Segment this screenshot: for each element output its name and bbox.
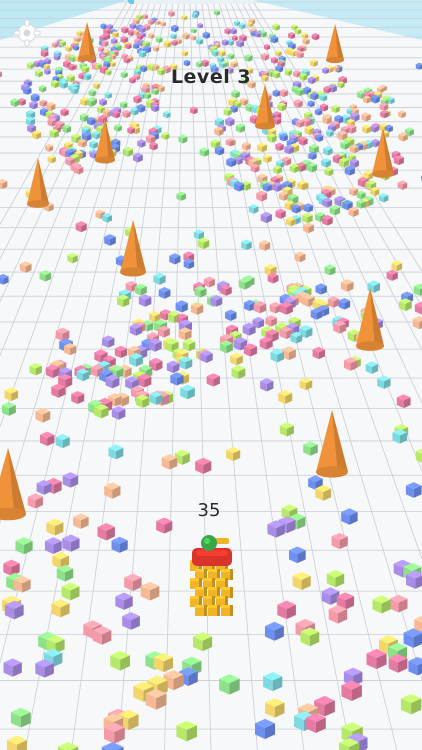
game-scene[interactable]: [0, 0, 422, 750]
crowd-member: [195, 605, 207, 616]
crowd-count: 35: [197, 500, 221, 521]
gear-icon: [13, 19, 41, 47]
level-progress-fill: [128, 0, 135, 4]
game-stage[interactable]: Level 3 35: [0, 0, 422, 750]
crowd-member: [221, 605, 233, 616]
settings-button[interactable]: [10, 18, 44, 48]
level-progress-bar: [128, 0, 254, 4]
level-label: Level 3: [170, 66, 252, 88]
crowd-member: [208, 605, 220, 616]
